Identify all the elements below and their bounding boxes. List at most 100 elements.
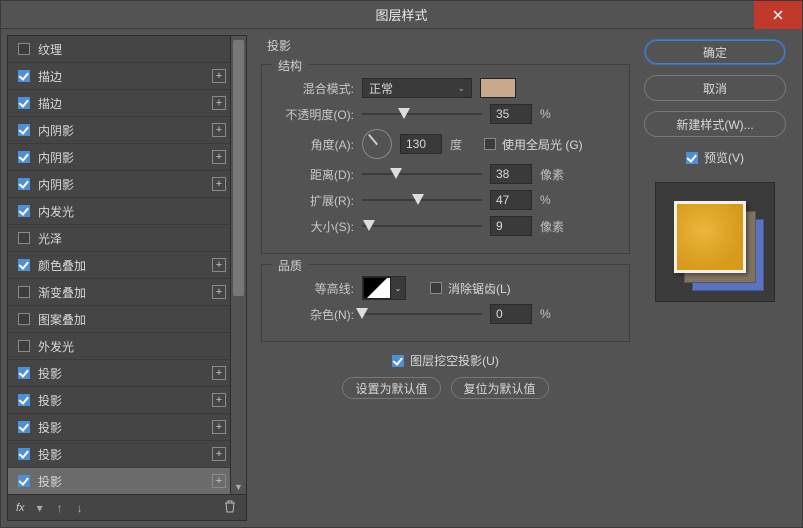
effect-row[interactable]: 描边+ (8, 90, 246, 117)
add-effect-icon[interactable]: + (212, 366, 226, 380)
effect-checkbox[interactable] (18, 421, 30, 433)
effect-checkbox[interactable] (18, 205, 30, 217)
set-default-button[interactable]: 设置为默认值 (342, 377, 440, 399)
close-icon (773, 10, 783, 20)
effect-row[interactable]: 投影+ (8, 360, 246, 387)
add-effect-icon[interactable]: + (212, 96, 226, 110)
preview-checkbox[interactable]: 预览(V) (644, 149, 786, 166)
effect-checkbox[interactable] (18, 97, 30, 109)
add-effect-icon[interactable]: + (212, 393, 226, 407)
new-style-button[interactable]: 新建样式(W)... (644, 111, 786, 137)
add-effect-icon[interactable]: + (212, 474, 226, 488)
effect-checkbox[interactable] (18, 70, 30, 82)
add-effect-icon[interactable]: + (212, 447, 226, 461)
effects-list: 纹理描边+描边+内阴影+内阴影+内阴影+内发光光泽颜色叠加+渐变叠加+图案叠加外… (8, 36, 246, 494)
effect-row[interactable]: 光泽 (8, 225, 246, 252)
trash-icon[interactable] (222, 498, 238, 518)
add-effect-icon[interactable]: + (212, 285, 226, 299)
chevron-down-icon: ⌄ (391, 277, 405, 299)
antialias-checkbox[interactable]: 消除锯齿(L) (430, 280, 511, 297)
effect-row[interactable]: 图案叠加 (8, 306, 246, 333)
effect-checkbox[interactable] (18, 394, 30, 406)
structure-legend: 结构 (272, 57, 308, 74)
add-effect-icon[interactable]: + (212, 177, 226, 191)
effect-checkbox[interactable] (18, 259, 30, 271)
cancel-button[interactable]: 取消 (644, 75, 786, 101)
effect-checkbox[interactable] (18, 475, 30, 487)
blend-mode-select[interactable]: 正常 ⌄ (362, 78, 472, 98)
angle-dial[interactable] (362, 129, 392, 159)
reset-default-button[interactable]: 复位为默认值 (451, 377, 549, 399)
effect-checkbox[interactable] (18, 340, 30, 352)
effect-row[interactable]: 投影+ (8, 468, 246, 494)
size-input[interactable]: 9 (490, 216, 532, 236)
close-button[interactable] (754, 1, 802, 29)
distance-slider[interactable] (362, 167, 482, 181)
contour-picker[interactable]: ⌄ (362, 276, 406, 300)
antialias-label: 消除锯齿(L) (448, 280, 511, 297)
size-label: 大小(S): (274, 218, 354, 235)
add-effect-icon[interactable]: + (212, 69, 226, 83)
titlebar: 图层样式 (1, 1, 802, 29)
add-effect-icon[interactable]: + (212, 150, 226, 164)
move-down-icon[interactable]: ↓ (75, 499, 85, 517)
noise-input[interactable]: 0 (490, 304, 532, 324)
add-effect-icon[interactable]: + (212, 420, 226, 434)
ok-button[interactable]: 确定 (644, 39, 786, 65)
quality-group: 品质 等高线: ⌄ 消除锯齿(L) 杂色(N): (261, 264, 630, 342)
opacity-label: 不透明度(O): (274, 106, 354, 123)
distance-label: 距离(D): (274, 166, 354, 183)
knockout-checkbox[interactable]: 图层挖空投影(U) (261, 352, 630, 369)
angle-input[interactable]: 130 (400, 134, 442, 154)
angle-unit: 度 (450, 136, 476, 153)
effect-row[interactable]: 颜色叠加+ (8, 252, 246, 279)
move-up-icon[interactable]: ↑ (55, 499, 65, 517)
scrollbar[interactable]: ▲ ▼ (230, 36, 246, 494)
preview-label: 预览(V) (704, 149, 744, 166)
color-swatch[interactable] (480, 78, 516, 98)
effect-row[interactable]: 投影+ (8, 387, 246, 414)
effect-row[interactable]: 投影+ (8, 414, 246, 441)
distance-input[interactable]: 38 (490, 164, 532, 184)
scroll-thumb[interactable] (233, 40, 244, 296)
effect-checkbox[interactable] (18, 43, 30, 55)
effects-footer: fx ▾ ↑ ↓ (8, 494, 246, 520)
effects-list-wrap: 纹理描边+描边+内阴影+内阴影+内阴影+内发光光泽颜色叠加+渐变叠加+图案叠加外… (8, 36, 246, 494)
scroll-down-icon[interactable]: ▼ (231, 480, 246, 494)
blend-mode-value: 正常 (369, 80, 393, 97)
effect-checkbox[interactable] (18, 124, 30, 136)
effect-checkbox[interactable] (18, 178, 30, 190)
global-light-checkbox[interactable]: 使用全局光 (G) (484, 136, 583, 153)
fx-menu-button[interactable]: fx (16, 502, 25, 514)
opacity-input[interactable]: 35 (490, 104, 532, 124)
effect-checkbox[interactable] (18, 448, 30, 460)
spread-slider[interactable] (362, 193, 482, 207)
effect-row[interactable]: 内阴影+ (8, 171, 246, 198)
effect-row[interactable]: 投影+ (8, 441, 246, 468)
effect-label: 光泽 (38, 230, 62, 247)
effect-checkbox[interactable] (18, 151, 30, 163)
effect-checkbox[interactable] (18, 367, 30, 379)
add-effect-icon[interactable]: + (212, 123, 226, 137)
add-effect-icon[interactable]: + (212, 258, 226, 272)
checkbox-icon (686, 152, 698, 164)
opacity-slider[interactable] (362, 107, 482, 121)
preview-thumbnail (655, 182, 775, 302)
effect-checkbox[interactable] (18, 313, 30, 325)
chevron-down-icon[interactable]: ▾ (35, 499, 45, 517)
effect-label: 渐变叠加 (38, 284, 86, 301)
effect-row[interactable]: 内阴影+ (8, 117, 246, 144)
noise-slider[interactable] (362, 307, 482, 321)
effect-checkbox[interactable] (18, 232, 30, 244)
effect-row[interactable]: 内发光 (8, 198, 246, 225)
noise-unit: % (540, 307, 566, 321)
effect-row[interactable]: 描边+ (8, 63, 246, 90)
effect-row[interactable]: 外发光 (8, 333, 246, 360)
effect-checkbox[interactable] (18, 286, 30, 298)
effect-row[interactable]: 渐变叠加 + (8, 279, 246, 306)
panel-title: 投影 (267, 37, 630, 54)
spread-input[interactable]: 47 (490, 190, 532, 210)
size-slider[interactable] (362, 219, 482, 233)
effect-row[interactable]: 纹理 (8, 36, 246, 63)
effect-row[interactable]: 内阴影+ (8, 144, 246, 171)
